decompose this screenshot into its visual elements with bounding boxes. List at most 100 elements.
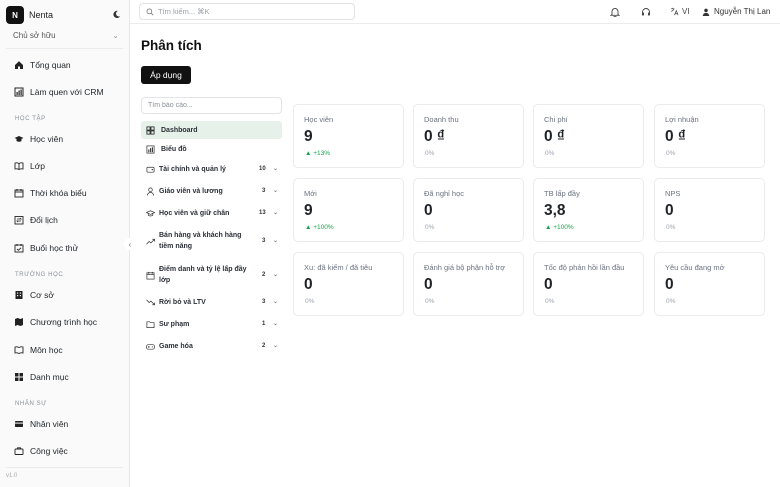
chevron-down-icon: ⌄ [273, 238, 279, 244]
sidebar-item-staff[interactable]: Nhân viên [14, 419, 68, 429]
sidebar-item-label: Thời khóa biểu [30, 188, 87, 198]
kpi-change: 0% [666, 150, 676, 157]
report-count: 10 [259, 166, 266, 172]
sidebar-item-label: Danh mục [30, 372, 69, 382]
sidebar-item-label: Cơ sở [30, 290, 54, 300]
report-item-label: Rời bỏ và LTV [159, 299, 206, 306]
sidebar-item-label: Chương trình học [30, 317, 98, 327]
section-label-hr: NHÂN SỰ [15, 401, 47, 407]
section-label-study: HỌC TẬP [15, 116, 46, 122]
kpi-title: Chi phí [544, 115, 568, 124]
kpi-card-revenue: Doanh thu 0 ₫ 0% [413, 104, 524, 168]
sidebar-item-classes[interactable]: Lớp [14, 161, 45, 171]
report-item-dashboard[interactable]: Dashboard [141, 121, 282, 139]
kpi-change: 0% [425, 298, 435, 305]
sidebar-item-timetable[interactable]: Thời khóa biểu [14, 188, 87, 198]
swap-icon [14, 216, 24, 225]
kpi-change: 0% [425, 150, 435, 157]
sidebar-item-trial[interactable]: Buổi học thử [14, 243, 78, 253]
report-item-label: Tài chính và quản lý [159, 166, 226, 173]
kpi-change: 0% [425, 224, 435, 231]
id-card-icon [15, 421, 23, 427]
sidebar-item-programs[interactable]: Chương trình học [14, 317, 97, 327]
collapse-sidebar-button[interactable]: ‹ [124, 238, 136, 250]
user-name: Nguyễn Thị Lan [714, 7, 771, 16]
kpi-value: 0 [424, 276, 433, 293]
report-item-teachers[interactable]: Giáo viên và lương 3 ⌄ [141, 186, 282, 198]
chart-icon [14, 87, 24, 97]
kpi-value: 0 ₫ [665, 128, 686, 145]
report-item-gamification[interactable]: Game hóa 2 ⌄ [141, 341, 282, 353]
search-icon [146, 8, 154, 15]
kpi-card-dropped: Đã nghỉ học 0 0% [413, 178, 524, 242]
kpi-title: Đánh giá bộ phận hỗ trợ [424, 263, 506, 272]
language-label: VI [682, 7, 690, 16]
dashboard-icon [146, 125, 155, 135]
page-title: Phân tích [141, 38, 202, 53]
brand[interactable]: N Nenta [6, 6, 53, 24]
divider [6, 467, 123, 468]
report-item-attendance[interactable]: Điểm danh và tỷ lệ lấp đầy lớp 2 ⌄ [141, 264, 282, 287]
kpi-change: ▲ +100% [545, 224, 574, 231]
kpi-title: TB lấp đầy [544, 189, 580, 198]
chevron-down-icon: ⌄ [112, 31, 119, 40]
report-item-charts[interactable]: Biểu đồ [141, 144, 282, 156]
report-item-retention[interactable]: Học viên và giữ chân 13 ⌄ [141, 208, 282, 220]
user-menu[interactable]: Nguyễn Thị Lan [702, 7, 770, 16]
report-item-pedagogy[interactable]: Sư phạm 1 ⌄ [141, 319, 282, 331]
kpi-value: 0 [304, 276, 313, 293]
search-placeholder: Tìm kiếm... ⌘K [158, 7, 210, 16]
role-selector[interactable]: Chủ sở hữu ⌄ [13, 31, 121, 40]
kpi-card-costs: Chi phí 0 ₫ 0% [533, 104, 644, 168]
kpi-change: 0% [666, 224, 676, 231]
sidebar-item-crm[interactable]: Làm quen với CRM [14, 87, 104, 97]
sidebar-item-label: Làm quen với CRM [30, 87, 104, 97]
role-label: Chủ sở hữu [13, 31, 56, 40]
chevron-down-icon: ⌄ [273, 321, 279, 327]
sidebar-item-campus[interactable]: Cơ sở [14, 290, 54, 300]
apply-button[interactable]: Áp dụng [141, 66, 191, 84]
map-icon [15, 318, 23, 326]
home-icon [15, 61, 23, 69]
sidebar-item-overview[interactable]: Tổng quan [14, 60, 71, 70]
trending-up-icon [146, 238, 155, 245]
kpi-title: Tốc độ phản hồi lần đầu [544, 263, 625, 272]
report-item-finance[interactable]: Tài chính và quản lý 10 ⌄ [141, 164, 282, 176]
kpi-change: ▲ +13% [305, 150, 331, 157]
topbar: Tìm kiếm... ⌘K VI Nguyễn Thị Lan [130, 0, 780, 24]
chevron-down-icon: ⌄ [273, 272, 279, 278]
report-item-label: Học viên và giữ chân [159, 210, 230, 217]
headset-icon[interactable] [641, 7, 651, 17]
kpi-value: 0 [424, 202, 433, 219]
language-selector[interactable]: VI [670, 7, 690, 16]
report-item-label: Biểu đồ [161, 146, 187, 153]
kpi-card-coins: Xu: đã kiếm / đã tiêu 0 0% [293, 252, 404, 316]
report-count: 13 [259, 210, 266, 216]
report-count: 3 [262, 238, 266, 244]
moon-icon[interactable] [112, 10, 121, 19]
sidebar-item-students[interactable]: Học viên [14, 134, 63, 144]
report-item-churn[interactable]: Rời bỏ và LTV 3 ⌄ [141, 297, 282, 309]
report-count: 1 [262, 321, 266, 327]
kpi-change: ▲ +100% [305, 224, 334, 231]
user-icon [702, 8, 710, 16]
kpi-change: 0% [666, 298, 676, 305]
sidebar-item-subjects[interactable]: Môn học [14, 345, 63, 355]
briefcase-icon [14, 447, 24, 455]
report-item-sales[interactable]: Bán hàng và khách hàng tiềm năng 3 ⌄ [141, 230, 282, 253]
global-search-input[interactable]: Tìm kiếm... ⌘K [139, 3, 355, 20]
bell-icon[interactable] [610, 7, 620, 17]
report-search-input[interactable] [141, 97, 282, 114]
kpi-change: 0% [545, 150, 555, 157]
kpi-value: 0 [665, 276, 674, 293]
kpi-card-students: Học viên 9 ▲ +13% [293, 104, 404, 168]
report-item-label: Bán hàng và khách hàng tiềm năng [159, 232, 242, 250]
sidebar-item-reschedule[interactable]: Đổi lịch [14, 215, 58, 225]
kpi-title: Học viên [304, 115, 334, 124]
bar-chart-icon [146, 145, 155, 154]
kpi-title: Yêu cầu đang mở [665, 263, 725, 272]
report-item-label: Dashboard [161, 126, 198, 134]
sidebar-item-categories[interactable]: Danh mục [14, 372, 69, 382]
sidebar-item-jobs[interactable]: Công việc [14, 446, 68, 456]
grid-icon [15, 373, 23, 381]
